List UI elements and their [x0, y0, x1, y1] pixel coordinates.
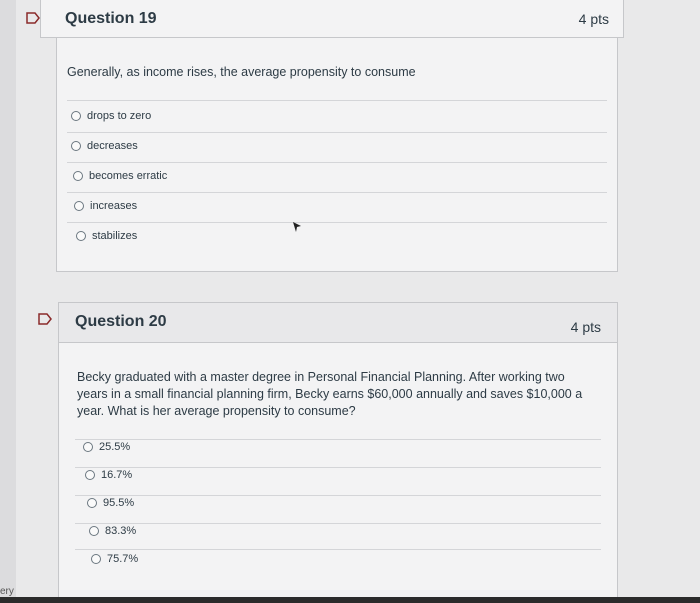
bottom-edge [0, 597, 700, 603]
divider [67, 222, 607, 223]
answer-label: increases [90, 200, 138, 212]
answer-label: stabilizes [92, 230, 138, 242]
answer-option[interactable]: 83.3% [89, 525, 136, 537]
question-19-body: Generally, as income rises, the average … [56, 38, 618, 272]
answer-label: becomes erratic [89, 170, 168, 182]
answer-option[interactable]: drops to zero [71, 110, 151, 122]
answer-option[interactable]: 25.5% [83, 441, 130, 453]
edge-text: ery [0, 586, 14, 597]
divider [75, 467, 601, 468]
mouse-cursor-icon [292, 220, 302, 232]
radio-button[interactable] [76, 231, 86, 241]
divider [75, 523, 601, 524]
divider [67, 192, 607, 193]
question-text: Becky graduated with a master degree in … [77, 370, 583, 418]
question-points: 4 pts [578, 11, 609, 27]
question-20-header: Question 20 4 pts [59, 303, 617, 343]
divider [67, 132, 607, 133]
answer-label: 83.3% [105, 525, 137, 537]
divider [67, 100, 607, 101]
question-title: Question 20 [75, 313, 167, 330]
flag-icon[interactable] [26, 12, 41, 24]
answer-option[interactable]: 16.7% [85, 469, 132, 481]
answer-option[interactable]: decreases [71, 140, 138, 152]
radio-button[interactable] [71, 111, 81, 121]
answer-label: 95.5% [103, 497, 135, 509]
radio-button[interactable] [91, 554, 101, 564]
left-margin [0, 0, 16, 603]
question-20-card: Question 20 4 pts Becky graduated with a… [58, 302, 618, 598]
answer-label: 75.7% [107, 553, 139, 565]
question-points: 4 pts [570, 319, 601, 335]
radio-button[interactable] [87, 498, 97, 508]
answer-label: 25.5% [99, 441, 131, 453]
answer-label: decreases [87, 140, 138, 152]
radio-button[interactable] [85, 470, 95, 480]
answer-label: drops to zero [87, 110, 152, 122]
radio-button[interactable] [89, 526, 99, 536]
radio-button[interactable] [83, 442, 93, 452]
question-title: Question 19 [65, 10, 157, 27]
question-text: Generally, as income rises, the average … [67, 65, 416, 79]
flag-icon[interactable] [38, 313, 53, 325]
answer-label: 16.7% [101, 469, 133, 481]
answer-option[interactable]: 95.5% [87, 497, 134, 509]
radio-button[interactable] [73, 171, 83, 181]
radio-button[interactable] [71, 141, 81, 151]
divider [75, 549, 601, 550]
answer-option[interactable]: 75.7% [91, 553, 138, 565]
answer-option[interactable]: becomes erratic [73, 170, 167, 182]
divider [67, 162, 607, 163]
radio-button[interactable] [74, 201, 84, 211]
divider [75, 495, 601, 496]
divider [75, 439, 601, 440]
answer-option[interactable]: increases [74, 200, 137, 212]
answer-option[interactable]: stabilizes [76, 230, 137, 242]
question-19-header: Question 19 4 pts [40, 0, 624, 38]
